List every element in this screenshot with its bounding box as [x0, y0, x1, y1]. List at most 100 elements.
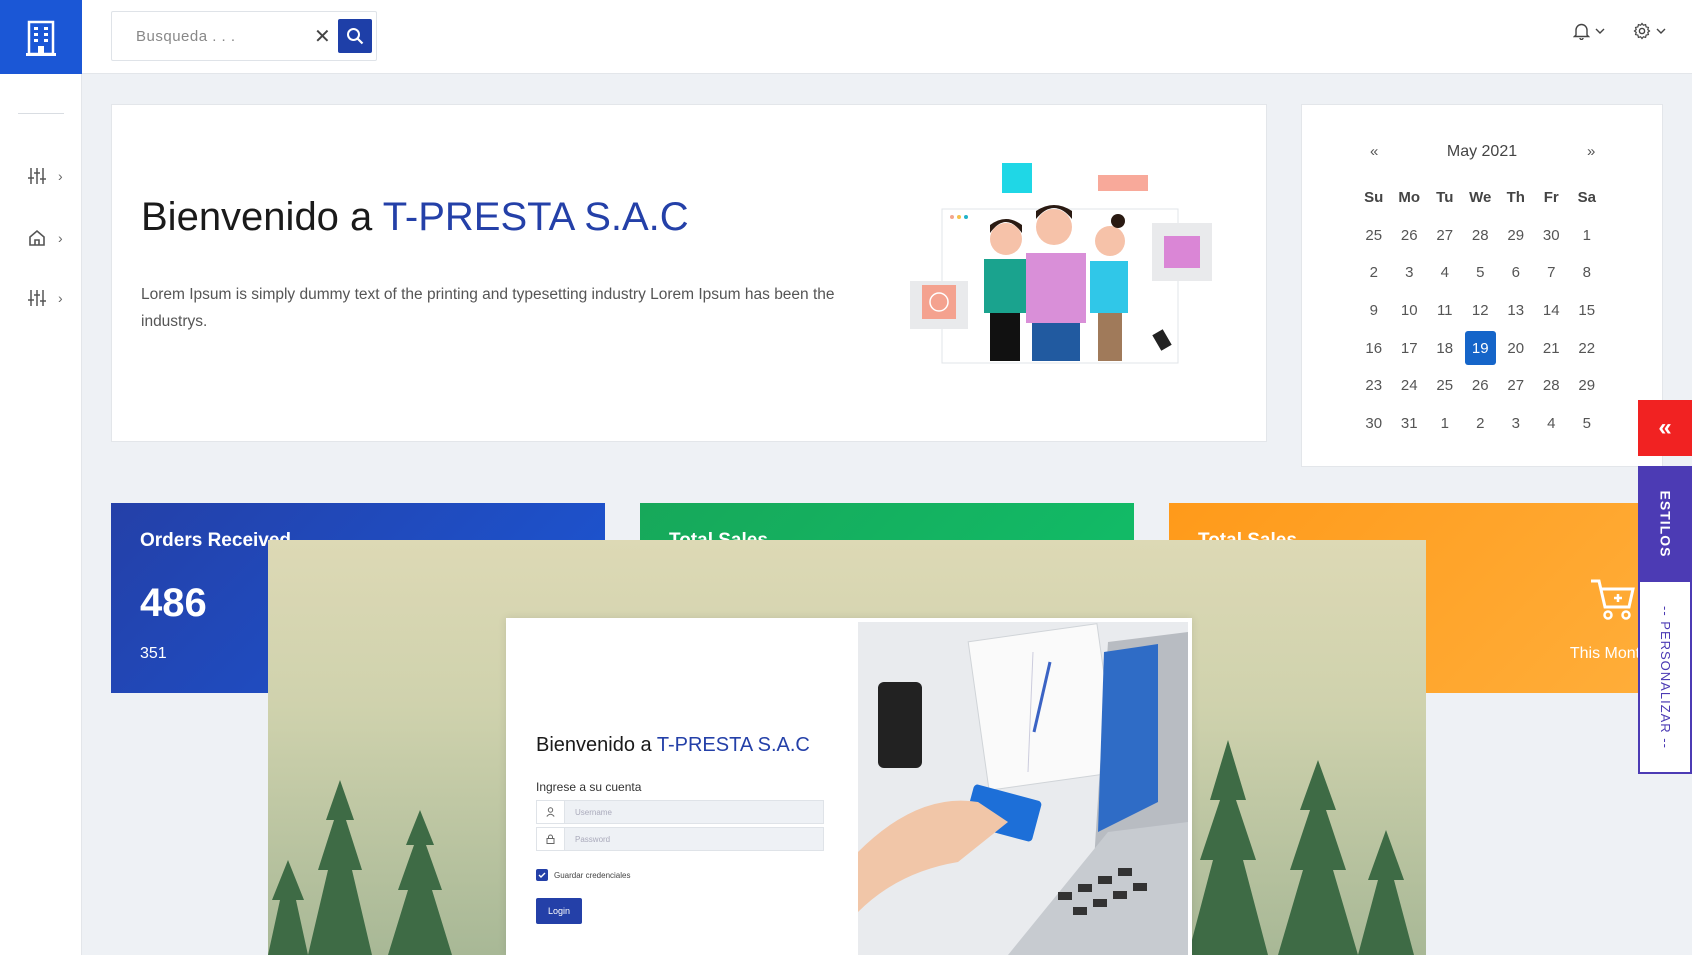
password-input[interactable] — [565, 828, 823, 850]
calendar-day[interactable]: 14 — [1534, 292, 1570, 330]
calendar-day[interactable]: 7 — [1534, 254, 1570, 292]
calendar-day[interactable]: 28 — [1463, 217, 1499, 255]
double-chevron-left-icon: « — [1658, 414, 1672, 441]
welcome-title-prefix: Bienvenido a — [141, 195, 383, 239]
chevron-down-icon — [1656, 28, 1666, 34]
calendar-day[interactable]: 5 — [1463, 254, 1499, 292]
calendar-day[interactable]: 27 — [1427, 217, 1463, 255]
customize-tab-label: -- PERSONALIZAR -- — [1657, 605, 1673, 749]
calendar-weekday: Fr — [1543, 189, 1559, 207]
team-illustration — [910, 163, 1212, 364]
bell-icon — [1573, 23, 1590, 40]
calendar-prev-button[interactable]: « — [1370, 143, 1378, 160]
calendar-day[interactable]: 4 — [1427, 254, 1463, 292]
calendar-day[interactable]: 25 — [1356, 217, 1392, 255]
calendar-day[interactable]: 26 — [1392, 217, 1428, 255]
calendar-day[interactable]: 29 — [1569, 367, 1605, 405]
chevron-down-icon — [1595, 28, 1605, 34]
calendar-day[interactable]: 1 — [1427, 405, 1463, 443]
calendar-day[interactable]: 3 — [1498, 405, 1534, 443]
login-title: Bienvenido a T-PRESTA S.A.C — [536, 734, 810, 757]
building-icon — [26, 20, 56, 56]
calendar-day[interactable]: 16 — [1356, 329, 1392, 367]
calendar-title[interactable]: May 2021 — [1302, 143, 1662, 161]
calendar-day[interactable]: 9 — [1356, 292, 1392, 330]
search-icon — [347, 28, 364, 45]
sidebar-item-home[interactable]: › — [28, 229, 63, 246]
chevron-right-icon: › — [58, 168, 63, 184]
login-button[interactable]: Login — [536, 898, 582, 924]
panel-toggle-button[interactable]: « — [1638, 400, 1692, 456]
settings-dropdown[interactable] — [1633, 22, 1666, 40]
calendar-day[interactable]: 5 — [1569, 405, 1605, 443]
calendar-day[interactable]: 27 — [1498, 367, 1534, 405]
calendar-day[interactable]: 17 — [1392, 329, 1428, 367]
calendar-day[interactable]: 1 — [1569, 217, 1605, 255]
sliders-icon — [28, 168, 46, 184]
calendar-weekday: We — [1469, 189, 1492, 207]
calendar-day[interactable]: 6 — [1498, 254, 1534, 292]
search-input[interactable] — [122, 22, 292, 50]
calendar-day[interactable]: 10 — [1392, 292, 1428, 330]
welcome-title-brand: T-PRESTA S.A.C — [382, 195, 689, 239]
styles-tab-label: ESTILOS — [1657, 490, 1673, 558]
calendar-day[interactable]: 2 — [1463, 405, 1499, 443]
calendar-day[interactable]: 26 — [1463, 367, 1499, 405]
search-button[interactable] — [338, 19, 372, 53]
calendar-day[interactable]: 12 — [1463, 292, 1499, 330]
login-title-prefix: Bienvenido a — [536, 734, 657, 756]
sidebar-item-settings[interactable]: › — [28, 168, 63, 184]
chevron-right-icon: › — [58, 229, 63, 246]
calendar-day[interactable]: 20 — [1498, 329, 1534, 367]
lock-icon — [537, 828, 565, 850]
sliders-icon — [28, 290, 46, 306]
calendar-day[interactable]: 11 — [1427, 292, 1463, 330]
calendar-day[interactable]: 30 — [1534, 217, 1570, 255]
calendar-next-button[interactable]: » — [1587, 143, 1595, 160]
clear-search-icon[interactable]: ✕ — [314, 24, 331, 49]
topbar-actions — [1573, 22, 1692, 40]
calendar-day[interactable]: 15 — [1569, 292, 1605, 330]
username-input[interactable] — [565, 801, 823, 823]
calendar-day[interactable]: 22 — [1569, 329, 1605, 367]
password-field — [536, 827, 824, 851]
calendar-day[interactable]: 28 — [1534, 367, 1570, 405]
remember-label: Guardar credenciales — [554, 870, 631, 880]
calendar-day[interactable]: 8 — [1569, 254, 1605, 292]
calendar-day[interactable]: 3 — [1392, 254, 1428, 292]
calendar-day[interactable]: 30 — [1356, 405, 1392, 443]
calendar-grid: Su Mo Tu We Th Fr Sa 25 26 27 28 29 30 1 2 3 4 5 6 7 8 9 10 11 1… — [1356, 179, 1605, 442]
remember-credentials[interactable]: Guardar credenciales — [536, 869, 630, 881]
calendar-day[interactable]: 25 — [1427, 367, 1463, 405]
calendar-weekday: Su — [1364, 189, 1384, 207]
checkbox-checked-icon[interactable] — [536, 869, 548, 881]
login-title-brand: T-PRESTA S.A.C — [656, 734, 810, 756]
calendar-day[interactable]: 2 — [1356, 254, 1392, 292]
customize-tab[interactable]: -- PERSONALIZAR -- — [1638, 582, 1692, 774]
calendar-day[interactable]: 24 — [1392, 367, 1428, 405]
app-logo[interactable] — [0, 0, 82, 74]
calendar-widget: May 2021 « » Su Mo Tu We Th Fr Sa 25 26 27 28 29 30 1… — [1301, 104, 1663, 467]
calendar-day[interactable]: 21 — [1534, 329, 1570, 367]
orders-value: 486 — [140, 581, 207, 625]
calendar-day[interactable]: 29 — [1498, 217, 1534, 255]
sidebar-item-tools[interactable]: › — [28, 290, 63, 306]
calendar-day-selected[interactable]: 19 — [1464, 331, 1496, 365]
welcome-card: Bienvenido a T-PRESTA S.A.C Lorem Ipsum … — [111, 104, 1267, 442]
login-subtitle: Ingrese a su cuenta — [536, 780, 642, 794]
orders-sub-value: 351 — [140, 645, 167, 662]
login-photo — [858, 622, 1188, 955]
calendar-day[interactable]: 13 — [1498, 292, 1534, 330]
calendar-day[interactable]: 4 — [1534, 405, 1570, 443]
calendar-weekday: Tu — [1436, 189, 1454, 207]
search-box: ✕ — [111, 11, 377, 61]
calendar-day[interactable]: 31 — [1392, 405, 1428, 443]
notifications-dropdown[interactable] — [1573, 22, 1605, 40]
calendar-day[interactable]: 18 — [1427, 329, 1463, 367]
chevron-right-icon: › — [58, 290, 63, 306]
login-form-panel: Bienvenido a T-PRESTA S.A.C Ingrese a su… — [506, 618, 858, 955]
gear-icon — [1633, 22, 1651, 40]
calendar-weekday: Sa — [1577, 189, 1596, 207]
styles-tab[interactable]: ESTILOS — [1638, 466, 1692, 582]
calendar-day[interactable]: 23 — [1356, 367, 1392, 405]
